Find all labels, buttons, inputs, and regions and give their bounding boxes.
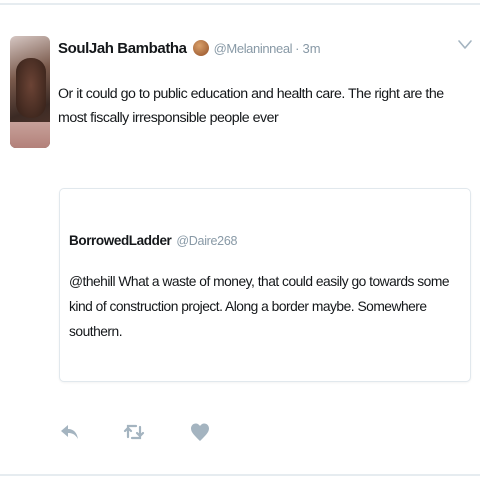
retweet-icon — [123, 424, 145, 440]
tweet-text: Or it could go to public education and h… — [58, 86, 444, 126]
timestamp[interactable]: 3m — [303, 41, 321, 56]
quoted-display-name: BorrowedLadder — [69, 233, 172, 248]
separator: · — [295, 40, 300, 56]
heart-icon — [191, 423, 209, 441]
avatar-face — [16, 58, 46, 118]
reply-button[interactable] — [58, 420, 82, 444]
bottom-divider — [0, 474, 480, 476]
avatar[interactable] — [10, 36, 50, 148]
like-button[interactable] — [188, 420, 212, 444]
quoted-tweet-text: @thehill What a waste of money, that cou… — [69, 274, 450, 339]
quoted-username-handle: @Daire268 — [176, 234, 238, 248]
emoji-face-icon — [192, 40, 209, 56]
username-handle[interactable]: @Melaninneal — [214, 41, 293, 56]
quoted-tweet-header: BorrowedLadder @Daire268 — [69, 233, 237, 248]
chevron-down-icon[interactable] — [457, 38, 473, 52]
tweet[interactable]: SoulJah Bambatha @Melaninneal · 3m Or it… — [0, 0, 480, 480]
tweet-header: SoulJah Bambatha @Melaninneal · 3m — [58, 38, 321, 58]
top-divider — [0, 3, 480, 5]
display-name[interactable]: SoulJah Bambatha — [58, 40, 187, 57]
retweet-button[interactable] — [122, 420, 146, 444]
quoted-tweet-card[interactable]: BorrowedLadder @Daire268 @thehill What a… — [59, 188, 471, 382]
reply-icon — [61, 425, 78, 439]
avatar-scarf — [10, 122, 50, 148]
